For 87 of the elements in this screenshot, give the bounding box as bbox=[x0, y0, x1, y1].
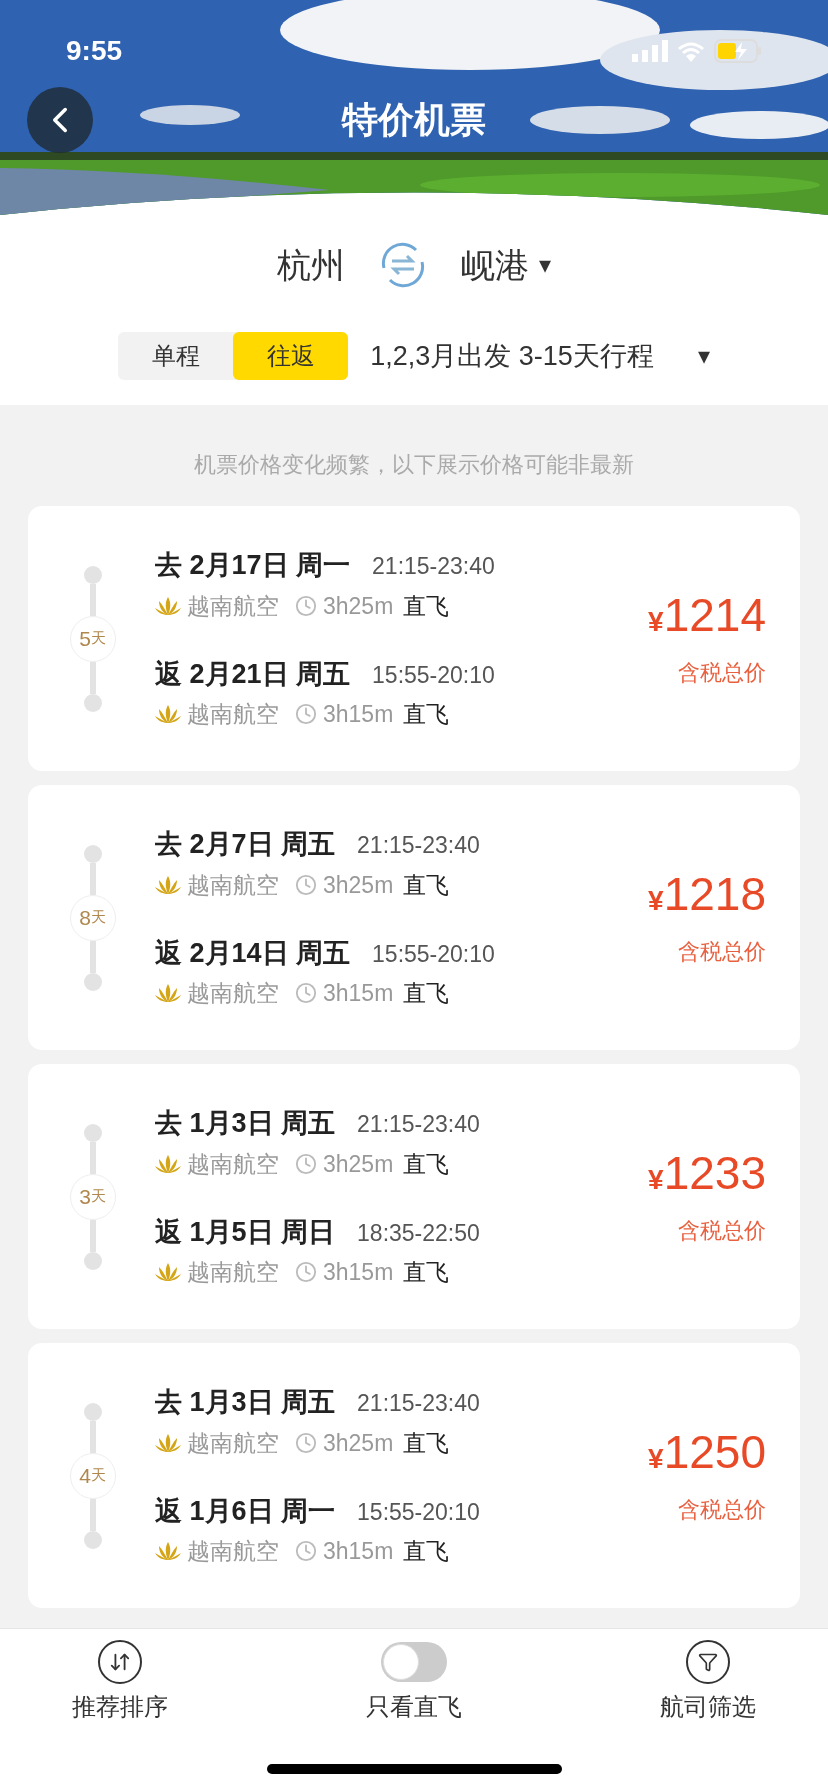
wifi-icon bbox=[676, 40, 706, 62]
price: ¥1233 bbox=[648, 1146, 766, 1201]
airline-name: 越南航空 bbox=[187, 700, 279, 729]
flight-date: 返 1月5日 周日 bbox=[155, 1215, 336, 1249]
origin-city[interactable]: 杭州 bbox=[277, 239, 345, 291]
flight-duration: 3h15m bbox=[323, 979, 394, 1008]
duration-badge: 4天 bbox=[69, 1452, 116, 1499]
price-note: 含税总价 bbox=[678, 1216, 766, 1245]
price: ¥1250 bbox=[648, 1425, 766, 1480]
flight-card[interactable]: 8天 去 2月7日 周五 21:15-23:40 越南航空 3h25m 直飞 返 2月14日 周五 15:55-20:10 越南航空 3h15m 直飞 ¥1218 含税总价 bbox=[28, 785, 800, 1050]
flight-date: 去 2月17日 周一 bbox=[155, 549, 351, 582]
airline-name: 越南航空 bbox=[187, 1428, 279, 1458]
clock-icon bbox=[295, 703, 317, 725]
flight-type: 直飞 bbox=[403, 1428, 450, 1458]
flight-type: 直飞 bbox=[403, 870, 450, 900]
flight-card[interactable]: 5天 去 2月17日 周一 21:15-23:40 越南航空 3h25m 直飞 返 2月21日 周五 15:55-20:10 越南航空 3h15m 直飞 ¥1214 含税总价 bbox=[28, 506, 800, 771]
flight-time: 21:15-23:40 bbox=[357, 831, 480, 860]
flight-type: 直飞 bbox=[403, 700, 450, 729]
flight-time: 15:55-20:10 bbox=[372, 939, 495, 969]
signal-icon bbox=[632, 40, 668, 62]
airline-name: 越南航空 bbox=[187, 1258, 279, 1287]
flight-duration: 3h15m bbox=[323, 1258, 394, 1287]
destination-city[interactable]: 岘港 bbox=[461, 239, 529, 291]
flight-card[interactable]: 3天 去 1月3日 周五 21:15-23:40 越南航空 3h25m 直飞 返 1月5日 周日 18:35-22:50 越南航空 3h15m 直飞 ¥1233 含税总价 bbox=[28, 1064, 800, 1329]
status-time: 9:55 bbox=[66, 34, 123, 68]
flight-duration: 3h25m bbox=[323, 870, 394, 900]
flight-date: 返 2月21日 周五 bbox=[155, 657, 351, 691]
flight-type: 直飞 bbox=[403, 1149, 450, 1179]
bottom-bar-label[interactable]: 只看直飞 bbox=[366, 1689, 462, 1725]
flight-time: 15:55-20:10 bbox=[372, 660, 495, 690]
price-notice: 机票价格变化频繁，以下展示价格可能非最新 bbox=[194, 452, 634, 477]
duration-badge: 5天 bbox=[69, 615, 116, 662]
airline-name: 越南航空 bbox=[187, 870, 279, 900]
flight-type: 直飞 bbox=[403, 979, 450, 1008]
clock-icon bbox=[295, 1431, 317, 1454]
trip-type-tab[interactable]: 往返 bbox=[233, 332, 349, 380]
flight-card[interactable]: 4天 去 1月3日 周五 21:15-23:40 越南航空 3h25m 直飞 返 1月6日 周一 15:55-20:10 越南航空 3h15m 直飞 ¥1250 含税总价 bbox=[28, 1343, 800, 1608]
trip-type-tab[interactable]: 单程 bbox=[118, 332, 234, 380]
dropdown-caret[interactable]: ▾ bbox=[539, 247, 551, 283]
price-note: 含税总价 bbox=[678, 1495, 766, 1524]
lotus-logo-icon bbox=[155, 1540, 181, 1562]
lotus-logo-icon bbox=[155, 1261, 181, 1283]
clock-icon bbox=[295, 982, 317, 1004]
flight-date: 去 1月3日 周五 bbox=[155, 1386, 336, 1419]
flight-duration: 3h15m bbox=[323, 700, 394, 729]
clock-icon bbox=[295, 594, 317, 617]
flight-duration: 3h15m bbox=[323, 1537, 394, 1566]
duration-badge: 8天 bbox=[69, 894, 116, 941]
price: ¥1214 bbox=[648, 588, 766, 643]
flight-type: 直飞 bbox=[403, 591, 450, 621]
bottom-bar-label[interactable]: 航司筛选 bbox=[660, 1689, 756, 1725]
bottom-bar-label[interactable]: 推荐排序 bbox=[72, 1689, 168, 1725]
flight-duration: 3h25m bbox=[323, 1149, 394, 1179]
flight-time: 18:35-22:50 bbox=[357, 1218, 480, 1248]
date-filter[interactable]: 1,2,3月出发 3-15天行程 bbox=[370, 335, 654, 377]
flight-date: 去 1月3日 周五 bbox=[155, 1107, 336, 1140]
flight-date: 返 1月6日 周一 bbox=[155, 1494, 336, 1528]
airline-name: 越南航空 bbox=[187, 979, 279, 1008]
price-note: 含税总价 bbox=[678, 658, 766, 687]
toggle-switch[interactable] bbox=[381, 1642, 447, 1682]
clock-icon bbox=[295, 1540, 317, 1562]
flight-time: 21:15-23:40 bbox=[357, 1110, 480, 1139]
flight-duration: 3h25m bbox=[323, 1428, 394, 1458]
airline-name: 越南航空 bbox=[187, 1149, 279, 1179]
flight-date: 返 2月14日 周五 bbox=[155, 936, 351, 970]
clock-icon bbox=[295, 1152, 317, 1175]
flight-time: 21:15-23:40 bbox=[372, 552, 495, 581]
flight-date: 去 2月7日 周五 bbox=[155, 828, 336, 861]
clock-icon bbox=[295, 873, 317, 896]
flight-duration: 3h25m bbox=[323, 591, 394, 621]
airline-name: 越南航空 bbox=[187, 1537, 279, 1566]
clock-icon bbox=[295, 1261, 317, 1283]
page-title: 特价机票 bbox=[342, 98, 486, 142]
battery-icon bbox=[714, 39, 762, 63]
price: ¥1218 bbox=[648, 867, 766, 922]
filter-icon bbox=[686, 1640, 730, 1684]
sort-icon bbox=[98, 1640, 142, 1684]
flight-time: 21:15-23:40 bbox=[357, 1389, 480, 1418]
flight-time: 15:55-20:10 bbox=[357, 1497, 480, 1527]
dropdown-caret[interactable]: ▾ bbox=[697, 338, 710, 374]
price-note: 含税总价 bbox=[678, 937, 766, 966]
lotus-logo-icon bbox=[155, 703, 181, 725]
lotus-logo-icon bbox=[155, 982, 181, 1004]
duration-badge: 3天 bbox=[69, 1173, 116, 1220]
flight-type: 直飞 bbox=[403, 1537, 450, 1566]
flight-type: 直飞 bbox=[403, 1258, 450, 1287]
airline-name: 越南航空 bbox=[187, 591, 279, 621]
